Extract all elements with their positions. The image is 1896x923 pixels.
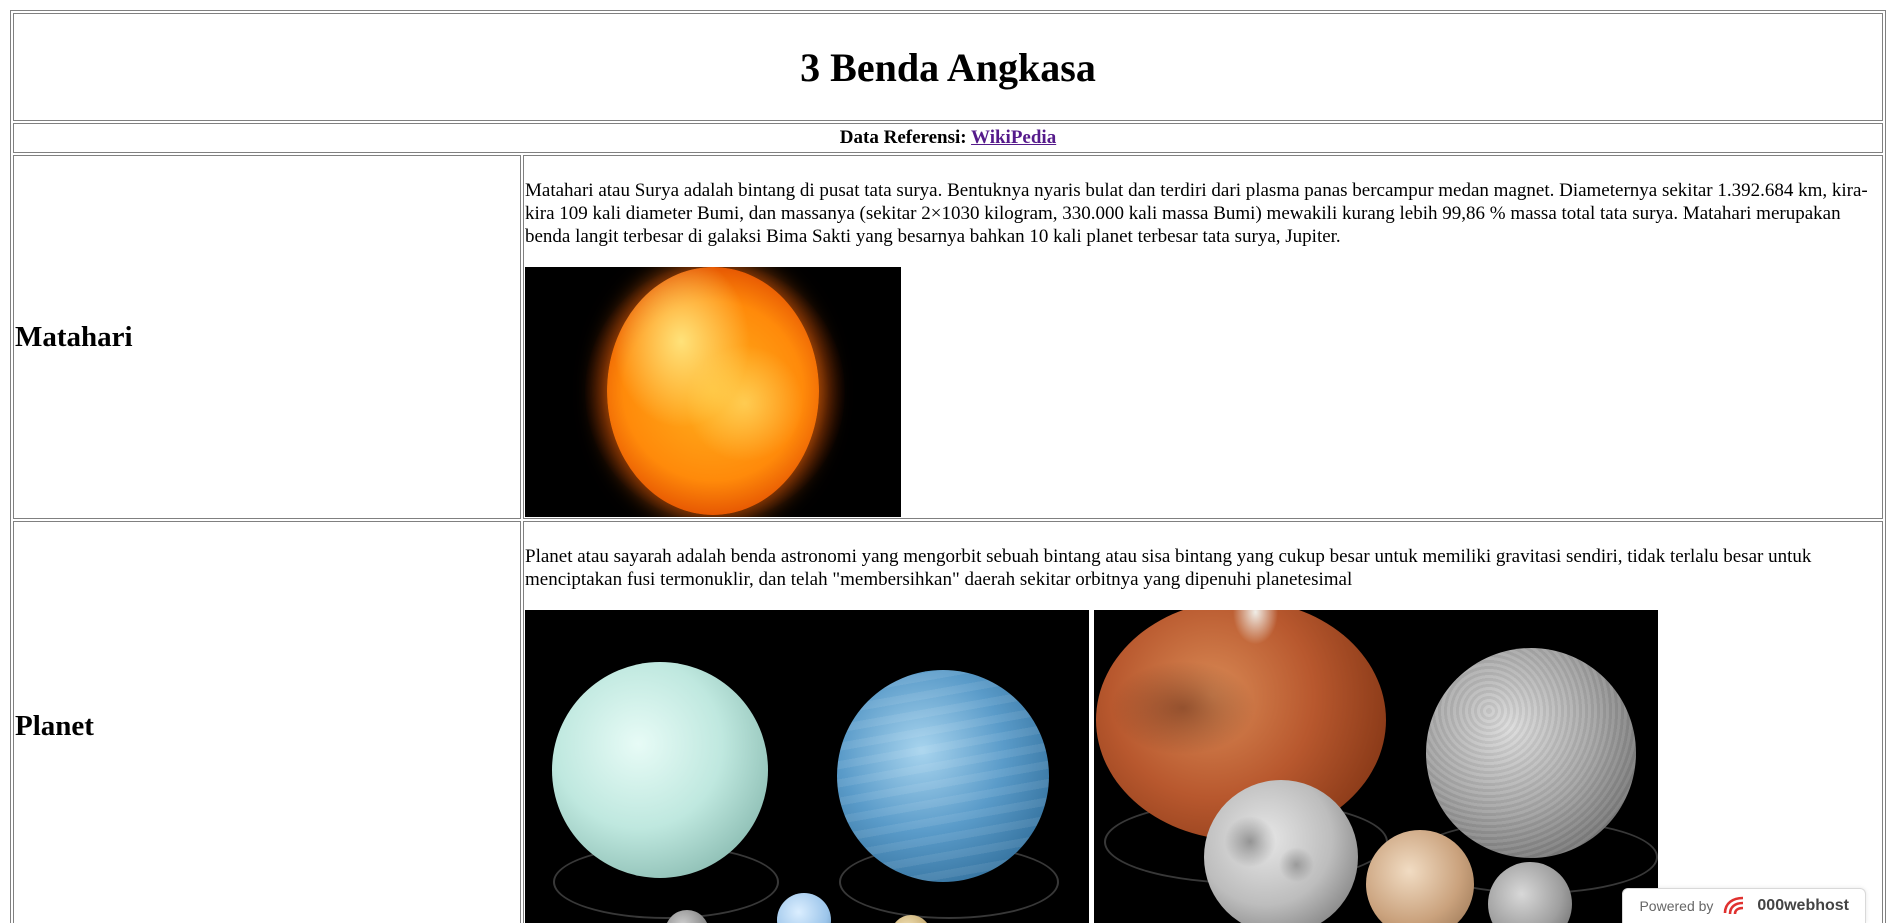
wikipedia-link[interactable]: WikiPedia [971,127,1056,148]
badge-powered-by: Powered by [1639,898,1714,914]
hosting-badge[interactable]: Powered by 000webhost [1622,888,1866,923]
description-planet: Planet atau sayarah adalah benda astrono… [525,546,1812,590]
page: 3 Benda Angkasa Data Referensi: WikiPedi… [0,0,1896,923]
row-label-matahari: Matahari [15,320,133,353]
uranus-sphere [552,662,768,878]
reference-label: Data Referensi: [839,127,967,148]
row-label-cell-matahari: Matahari [13,155,521,519]
neptune-sphere [837,670,1049,882]
title-cell: 3 Benda Angkasa [13,13,1883,121]
planet-image-ice-giants [525,610,1089,923]
webhost-logo-icon [1721,895,1749,917]
moon-sphere [1204,780,1358,923]
page-title: 3 Benda Angkasa [800,44,1096,90]
row-label-planet: Planet [15,710,94,742]
sun-orb [607,267,819,515]
row-label-cell-planet: Planet [13,521,521,923]
mercury-sphere [1426,648,1636,858]
badge-brand: 000webhost [1757,897,1849,914]
planet-image-small-bodies [1094,610,1658,923]
planet-images [525,610,1881,923]
small-planet-blue [777,893,831,923]
content-table: 3 Benda Angkasa Data Referensi: WikiPedi… [10,10,1886,923]
description-matahari: Matahari atau Surya adalah bintang di pu… [525,180,1868,247]
sun-image [525,267,901,517]
row-content-planet: Planet atau sayarah adalah benda astrono… [523,521,1883,923]
row-content-matahari: Matahari atau Surya adalah bintang di pu… [523,155,1883,519]
reference-cell: Data Referensi: WikiPedia [13,123,1883,153]
